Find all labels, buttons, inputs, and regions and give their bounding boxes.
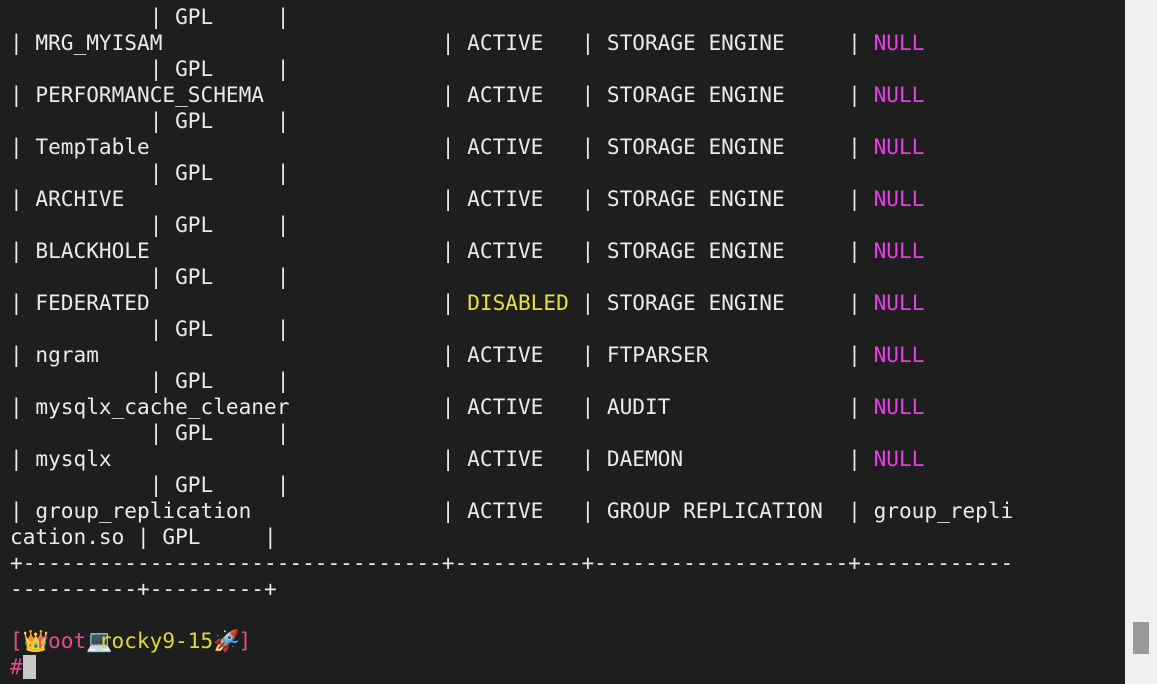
row-temptable: | TempTable | ACTIVE | STORAGE ENGINE | … [10,134,1013,160]
row-text: | MRG_MYISAM | ACTIVE | STORAGE ENGINE | [10,30,874,55]
null-value: NULL [873,394,925,419]
query-result-table: | GPL | | MRG_MYISAM | ACTIVE | STORAGE E… [10,4,1013,628]
row-text: | GPL | [10,108,290,133]
prompt-cwd: ~ [225,628,239,653]
row-text: | TempTable | ACTIVE | STORAGE ENGINE | [10,134,874,159]
vertical-scrollbar[interactable] [1125,0,1157,684]
row-mrg-myisam: | MRG_MYISAM | ACTIVE | STORAGE ENGINE |… [10,30,1013,56]
row-cont-2: | GPL | [10,108,1013,134]
table-border-cont: ----------+---------+ [10,576,1013,602]
row-cont-6: | GPL | [10,316,1013,342]
row-text: | GPL | [10,368,290,393]
row-text: +---------------------------------+-----… [10,550,1014,575]
row-text: | BLACKHOLE | ACTIVE | STORAGE ENGINE | [10,238,874,263]
row-cont-4: | GPL | [10,212,1013,238]
null-value: NULL [873,342,925,367]
row-text: | ARCHIVE | ACTIVE | STORAGE ENGINE | [10,186,874,211]
row-cont-5: | GPL | [10,264,1013,290]
row-text: | mysqlx_cache_cleaner | ACTIVE | AUDIT … [10,394,874,419]
null-value: NULL [873,238,925,263]
terminal-output: | GPL | | MRG_MYISAM | ACTIVE | STORAGE E… [10,4,1013,680]
row-text: ----------+---------+ [10,576,277,601]
row-ngram: | ngram | ACTIVE | FTPARSER | NULL [10,342,1013,368]
row-text: | GPL | [10,212,290,237]
row-mysqlx-cache-cleaner: | mysqlx_cache_cleaner | ACTIVE | AUDIT … [10,394,1013,420]
row-text: | ngram | ACTIVE | FTPARSER | [10,342,874,367]
row-cont-7: | GPL | [10,368,1013,394]
row-text: | GPL | [10,420,290,445]
null-value: NULL [873,446,925,471]
row-text: | mysqlx | ACTIVE | DAEMON | [10,446,874,471]
table-border: +---------------------------------+-----… [10,550,1013,576]
scrollbar-thumb[interactable] [1133,622,1149,654]
row-blackhole: | BLACKHOLE | ACTIVE | STORAGE ENGINE | … [10,238,1013,264]
row-text: | GPL | [10,316,290,341]
prompt-hostname: rocky9-15 [98,628,214,653]
prompt-symbol: # [10,654,23,679]
row-archive: | ARCHIVE | ACTIVE | STORAGE ENGINE | NU… [10,186,1013,212]
row-text: | GPL | [10,160,290,185]
row-cont-0: | GPL | [10,4,1013,30]
row-text: | GPL | [10,264,290,289]
null-value: NULL [873,30,925,55]
row-cont-9: | GPL | [10,472,1013,498]
row-text: | STORAGE ENGINE | [568,290,874,315]
terminal-window[interactable]: | GPL | | MRG_MYISAM | ACTIVE | STORAGE E… [0,0,1125,684]
row-text: | GPL | [10,472,290,497]
row-text: | FEDERATED | [10,290,468,315]
shell-prompt-line: [👑root💻rocky9-15🚀~] [10,628,1013,654]
prompt-open-bracket: [ [10,628,23,653]
null-value: NULL [873,290,925,315]
status-disabled: DISABLED [467,290,569,315]
row-performance-schema: | PERFORMANCE_SCHEMA | ACTIVE | STORAGE … [10,82,1013,108]
row-cont-10: cation.so | GPL | [10,524,1013,550]
row-federated: | FEDERATED | DISABLED | STORAGE ENGINE … [10,290,1013,316]
prompt-close-bracket: ] [238,628,252,653]
row-cont-8: | GPL | [10,420,1013,446]
computer-icon: 💻 [86,628,113,653]
row-cont-3: | GPL | [10,160,1013,186]
row-text: | GPL | [10,56,290,81]
row-cont-1: | GPL | [10,56,1013,82]
text-cursor[interactable] [22,655,36,679]
prompt-username: root [35,628,87,653]
crown-icon: 👑 [22,628,49,653]
row-mysqlx: | mysqlx | ACTIVE | DAEMON | NULL [10,446,1013,472]
row-group-replication: | group_replication | ACTIVE | GROUP REP… [10,498,1013,524]
null-value: NULL [873,134,925,159]
row-text: cation.so | GPL | [10,524,277,549]
rocket-icon: 🚀 [213,628,240,653]
null-value: NULL [873,82,925,107]
null-value: NULL [873,186,925,211]
row-text: | GPL | [10,4,290,29]
command-input-line[interactable]: # [10,654,1013,680]
row-text: | group_replication | ACTIVE | GROUP REP… [10,498,1014,523]
row-text: | PERFORMANCE_SCHEMA | ACTIVE | STORAGE … [10,82,874,107]
